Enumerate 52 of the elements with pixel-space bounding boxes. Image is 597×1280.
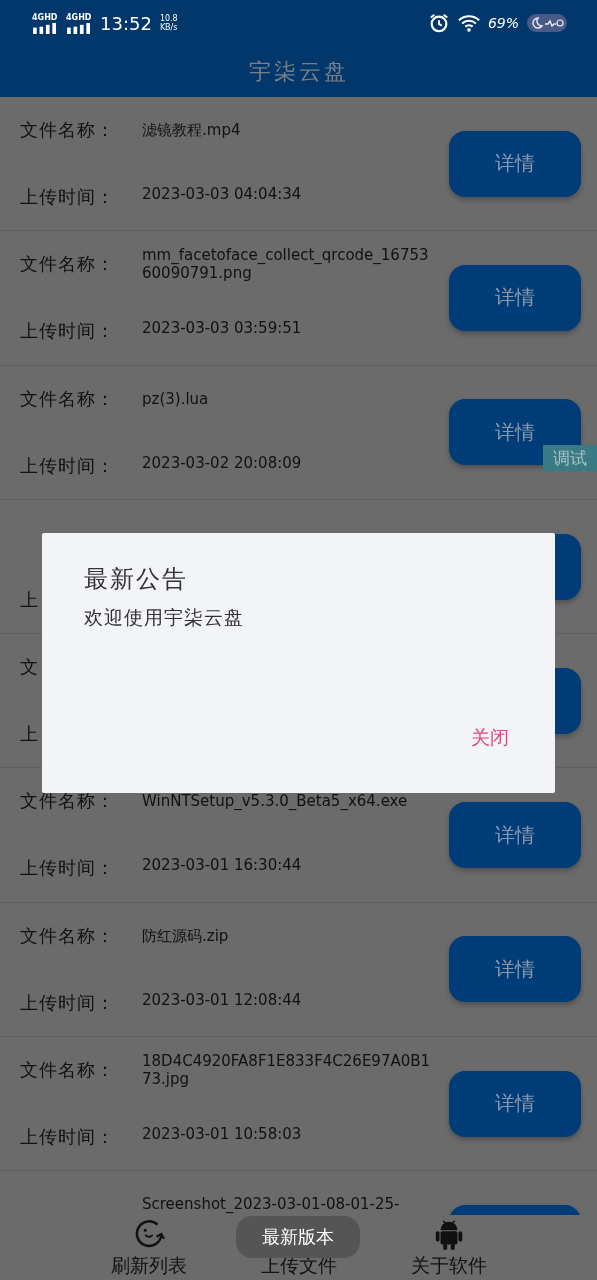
dialog-title: 最新公告: [84, 564, 189, 595]
field-label: 上传时间：: [20, 453, 116, 478]
signal-icon: [32, 22, 58, 34]
close-button[interactable]: 关闭: [465, 721, 515, 755]
app-title: 宇柒云盘: [248, 57, 349, 86]
nav-tab[interactable]: 关于软件: [373, 1215, 524, 1280]
field-label: 文件名称：: [20, 252, 116, 277]
field-label: 上传时间：: [20, 1125, 116, 1150]
field-label: 文件名称：: [20, 923, 116, 948]
file-name: 滤镜教程.mp4: [142, 121, 242, 139]
field-label: 文: [20, 655, 40, 680]
upload-time: 2023-03-01 12:08:44: [142, 990, 303, 1009]
alarm-clock-icon: [427, 12, 450, 34]
details-button[interactable]: 详情: [449, 936, 581, 1003]
details-button[interactable]: 详情: [449, 130, 581, 197]
field-label: 上传时间：: [20, 856, 116, 881]
file-name: WinNTSetup_v5.3.0_Beta5_x64.exe: [142, 792, 409, 811]
field-label: 文件名称：: [20, 386, 116, 411]
file-name: Screenshot_2023-03-01-08-01-25-: [142, 1195, 401, 1214]
mode-indicator-icon: [527, 14, 567, 32]
field-label: 文件名称：: [20, 1058, 116, 1083]
upload-time: 2023-03-01 10:58:03: [142, 1125, 303, 1144]
field-label: 上: [20, 587, 40, 612]
field-label: 上: [20, 722, 40, 747]
toast-message: 最新版本: [236, 1216, 360, 1258]
network-label: 4GHD: [32, 12, 58, 22]
file-name: 防红源码.zip: [142, 926, 230, 945]
wifi-icon: [457, 12, 480, 34]
file-name: 18D4C4920FA8F1E833F4C26E97A0B173.jpg: [142, 1052, 432, 1089]
file-name: pz(3).lua: [142, 389, 210, 408]
debug-badge[interactable]: 调试: [543, 445, 597, 471]
signal-icon: [66, 22, 92, 34]
file-name: mm_facetoface_collect_qrcode_1675360090791.png: [142, 246, 430, 283]
nav-tab[interactable]: 刷新列表: [73, 1215, 224, 1280]
upload-time: 2023-03-02 20:08:09: [142, 453, 303, 472]
details-button[interactable]: 详情: [449, 802, 581, 869]
upload-time: 2023-03-03 04:04:34: [142, 185, 303, 203]
network-label: 4GHD: [66, 12, 92, 22]
network-speed: 10.8: [159, 14, 178, 23]
upload-time: 2023-03-01 16:30:44: [142, 856, 303, 875]
field-label: 文件名称：: [20, 118, 116, 142]
field-label: 上传时间：: [20, 990, 116, 1015]
field-label: 上传时间：: [20, 185, 116, 209]
dialog-message: 欢迎使用宇柒云盘: [84, 605, 245, 630]
clock: 13:52: [100, 12, 152, 34]
field-label: 文件名称：: [20, 789, 116, 814]
details-button[interactable]: 详情: [449, 264, 581, 331]
details-button[interactable]: 详情: [449, 1070, 581, 1137]
field-label: 上传时间：: [20, 319, 116, 344]
speed-unit: KB/s: [159, 23, 178, 32]
battery-level: 69%: [487, 15, 519, 31]
upload-time: 2023-03-03 03:59:51: [142, 319, 303, 338]
